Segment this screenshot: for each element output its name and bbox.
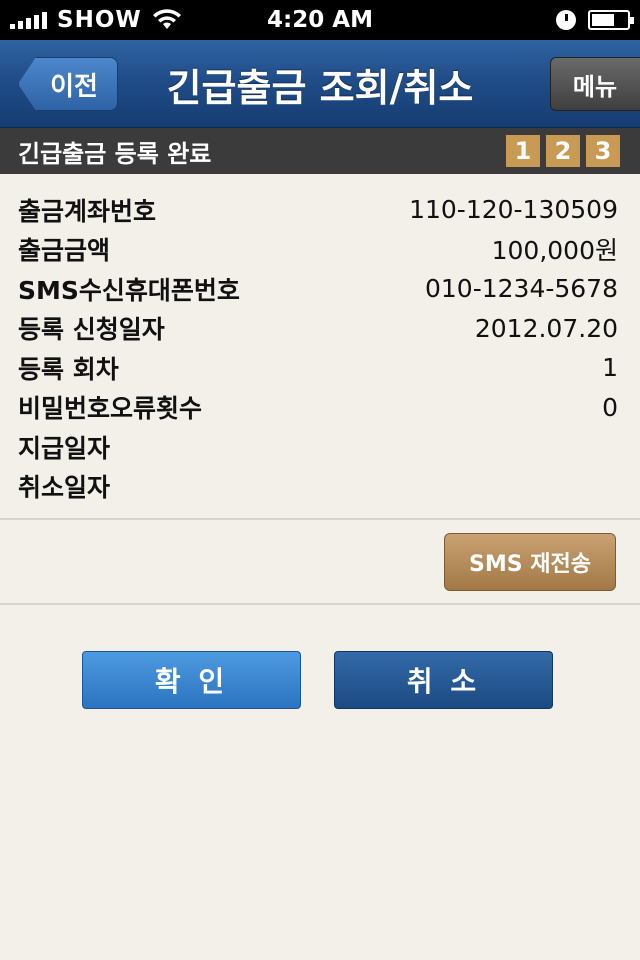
- clock-icon: [556, 10, 576, 30]
- step-title: 긴급출금 등록 완료: [18, 139, 212, 168]
- row-label: 출금계좌번호: [18, 196, 157, 226]
- signal-icon: [10, 11, 47, 29]
- step-header: 긴급출금 등록 완료 1 2 3: [0, 128, 640, 174]
- step-indicator: 1 2 3: [506, 135, 620, 167]
- row-value: 1: [602, 353, 618, 383]
- divider: [0, 518, 640, 520]
- status-left: SHOW: [10, 7, 182, 33]
- carrier-name: SHOW: [57, 7, 142, 33]
- navigation-bar: 이전 긴급출금 조회/취소 메뉴: [0, 40, 640, 128]
- row-label: SMS수신휴대폰번호: [18, 275, 240, 305]
- row-value: 110-120-130509: [409, 195, 618, 225]
- battery-icon: [588, 10, 634, 30]
- info-row-registration-count: 등록 회차 1: [0, 348, 640, 388]
- row-label: 등록 회차: [18, 354, 119, 384]
- info-row-withdraw-amount: 출금금액 100,000원: [0, 230, 640, 270]
- page-title: 긴급출금 조회/취소: [166, 65, 474, 110]
- row-label: 출금금액: [18, 236, 111, 266]
- back-button[interactable]: 이전: [18, 57, 118, 111]
- row-value: 2012.07.20: [474, 313, 618, 343]
- info-row-sms-phone: SMS수신휴대폰번호 010-1234-5678: [0, 269, 640, 309]
- cancel-button[interactable]: 취 소: [334, 651, 553, 709]
- step-badge-1: 1: [506, 135, 540, 167]
- status-bar: SHOW 4:20 AM: [0, 0, 640, 40]
- info-row-password-errors: 비밀번호오류횟수 0: [0, 388, 640, 428]
- info-list: 출금계좌번호 110-120-130509 출금금액 100,000원 SMS수…: [0, 190, 640, 506]
- info-row-payment-date: 지급일자: [0, 427, 640, 467]
- row-label: 지급일자: [18, 433, 111, 463]
- row-label: 비밀번호오류횟수: [18, 394, 203, 424]
- sms-resend-button[interactable]: SMS 재전송: [444, 533, 616, 591]
- step-badge-3: 3: [586, 135, 620, 167]
- row-value: 0: [602, 392, 618, 422]
- wifi-icon: [152, 9, 181, 29]
- row-value: 100,000원: [491, 236, 618, 266]
- info-row-withdraw-account: 출금계좌번호 110-120-130509: [0, 190, 640, 230]
- status-right: [556, 10, 634, 30]
- step-badge-2: 2: [546, 135, 580, 167]
- row-value: 010-1234-5678: [424, 274, 618, 304]
- info-row-cancel-date: 취소일자: [0, 467, 640, 507]
- row-label: 등록 신청일자: [18, 315, 165, 345]
- confirm-button[interactable]: 확 인: [82, 651, 301, 709]
- info-row-request-date: 등록 신청일자 2012.07.20: [0, 309, 640, 349]
- row-label: 취소일자: [18, 473, 111, 503]
- divider: [0, 603, 640, 605]
- menu-button[interactable]: 메뉴: [550, 57, 640, 111]
